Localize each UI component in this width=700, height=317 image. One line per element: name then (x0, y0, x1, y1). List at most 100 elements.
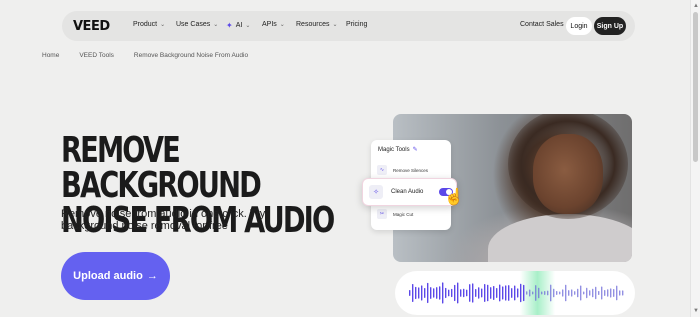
waveform-bar (508, 285, 510, 301)
waveform-bar (475, 289, 477, 297)
tool-clean-audio[interactable]: ✧ Clean Audio (362, 178, 457, 206)
waveform-bar (577, 288, 579, 298)
hero-subtitle: Remove noise from audio in one click. Tr… (61, 208, 266, 232)
waveform-bar (424, 288, 426, 298)
waveform-bar (622, 290, 624, 296)
login-button[interactable]: Login (566, 17, 592, 35)
tool-remove-silences[interactable]: ∿ Remove Silences (377, 162, 445, 178)
waveform-bar (532, 291, 534, 295)
waveform-bar (613, 289, 615, 297)
waveform-bar (535, 285, 537, 301)
waveform-bar (460, 289, 462, 297)
waveform-svg (409, 282, 624, 304)
signup-button[interactable]: Sign Up (594, 17, 626, 35)
waveform-bar (412, 283, 414, 303)
chevron-down-icon: ⌄ (332, 22, 338, 28)
scroll-up-icon[interactable]: ▲ (692, 2, 700, 10)
waveform-bar (472, 283, 474, 303)
waveform-bar (538, 287, 540, 299)
tool-magic-cut[interactable]: ✂ Magic Cut (377, 206, 445, 222)
person-shoulders (488, 214, 632, 262)
waveform-bar (442, 282, 444, 304)
nav-pricing[interactable]: Pricing (346, 21, 367, 28)
sparkle-icon: ✦ (226, 21, 233, 30)
waveform-bar (481, 288, 483, 298)
waveform-bar (418, 287, 420, 299)
hand-cursor-icon: ☝ (444, 189, 464, 206)
waveform-bar (427, 282, 429, 304)
audio-waveform (395, 271, 635, 315)
waveform-bar (484, 284, 486, 302)
nav-product-label: Product (133, 21, 158, 28)
waveform-bar (496, 288, 498, 298)
waveform-bar (502, 286, 504, 300)
waveform-bar (610, 288, 612, 298)
waveform-bar (499, 284, 501, 302)
scroll-down-icon[interactable]: ▼ (692, 307, 700, 315)
arrow-right-icon: → (146, 270, 158, 282)
waveform-bar (463, 288, 465, 298)
waveform-bar (604, 289, 606, 297)
silence-icon: ∿ (377, 165, 387, 175)
waveform-bar (409, 290, 411, 296)
waveform-bar (523, 284, 525, 302)
waveform-bar (511, 288, 513, 298)
chevron-down-icon: ⌄ (245, 23, 251, 29)
waveform-bar (493, 285, 495, 301)
tool-clean-audio-label: Clean Audio (391, 189, 424, 195)
waveform-bar (565, 284, 567, 302)
waveform-bar (487, 284, 489, 302)
clean-audio-icon: ✧ (369, 185, 383, 199)
waveform-bar (559, 291, 561, 295)
tool-remove-silences-label: Remove Silences (393, 167, 429, 173)
waveform-bar (430, 287, 432, 299)
waveform-bar (556, 291, 558, 295)
nav-ai[interactable]: ✦ AI ⌄ (226, 21, 250, 30)
waveform-bar (514, 285, 516, 301)
waveform-bar (433, 288, 435, 298)
veed-logo[interactable]: VEED (73, 19, 110, 34)
nav-apis-label: APIs (262, 21, 277, 28)
nav-resources-label: Resources (296, 21, 330, 28)
page-scrollbar[interactable]: ▲ ▼ (690, 0, 700, 317)
waveform-bar (601, 286, 603, 300)
waveform-bar (583, 291, 585, 295)
breadcrumb-veed-tools[interactable]: VEED Tools (79, 52, 114, 59)
waveform-bar (619, 290, 621, 296)
nav-resources[interactable]: Resources ⌄ (296, 21, 338, 28)
sparkle-icon: ✎ (412, 147, 418, 153)
waveform-bar (451, 288, 453, 298)
top-navbar: VEED Product ⌄ Use Cases ⌄ ✦ AI ⌄ APIs ⌄… (62, 11, 635, 41)
waveform-bar (517, 288, 519, 298)
waveform-bar (574, 291, 576, 295)
waveform-bar (586, 287, 588, 299)
nav-ai-label: AI (235, 22, 243, 29)
scroll-thumb[interactable] (693, 12, 698, 162)
nav-use-cases[interactable]: Use Cases ⌄ (176, 21, 218, 28)
waveform-bar (544, 291, 546, 295)
waveform-bar (505, 285, 507, 301)
waveform-bar (553, 288, 555, 298)
waveform-bar (607, 289, 609, 297)
magic-tools-title: Magic Tools ✎ (378, 146, 418, 154)
page-title-line-1: REMOVE BACKGROUND (61, 130, 262, 206)
waveform-bar (550, 284, 552, 302)
chevron-down-icon: ⌄ (279, 22, 285, 28)
waveform-bar (571, 289, 573, 297)
breadcrumb-home[interactable]: Home (42, 52, 59, 59)
waveform-bar (490, 287, 492, 299)
waveform-bar (478, 287, 480, 299)
nav-product[interactable]: Product ⌄ (133, 21, 165, 28)
waveform-bar (616, 285, 618, 301)
waveform-bar (520, 283, 522, 303)
waveform-bar (445, 287, 447, 299)
waveform-bar (448, 289, 450, 297)
upload-audio-button[interactable]: Upload audio → (61, 252, 170, 300)
waveform-bar (562, 289, 564, 297)
nav-use-cases-label: Use Cases (176, 21, 211, 28)
waveform-bar (436, 287, 438, 299)
nav-apis[interactable]: APIs ⌄ (262, 21, 285, 28)
waveform-bar (469, 284, 471, 302)
contact-sales-link[interactable]: Contact Sales (520, 21, 564, 28)
chevron-down-icon: ⌄ (160, 22, 166, 28)
